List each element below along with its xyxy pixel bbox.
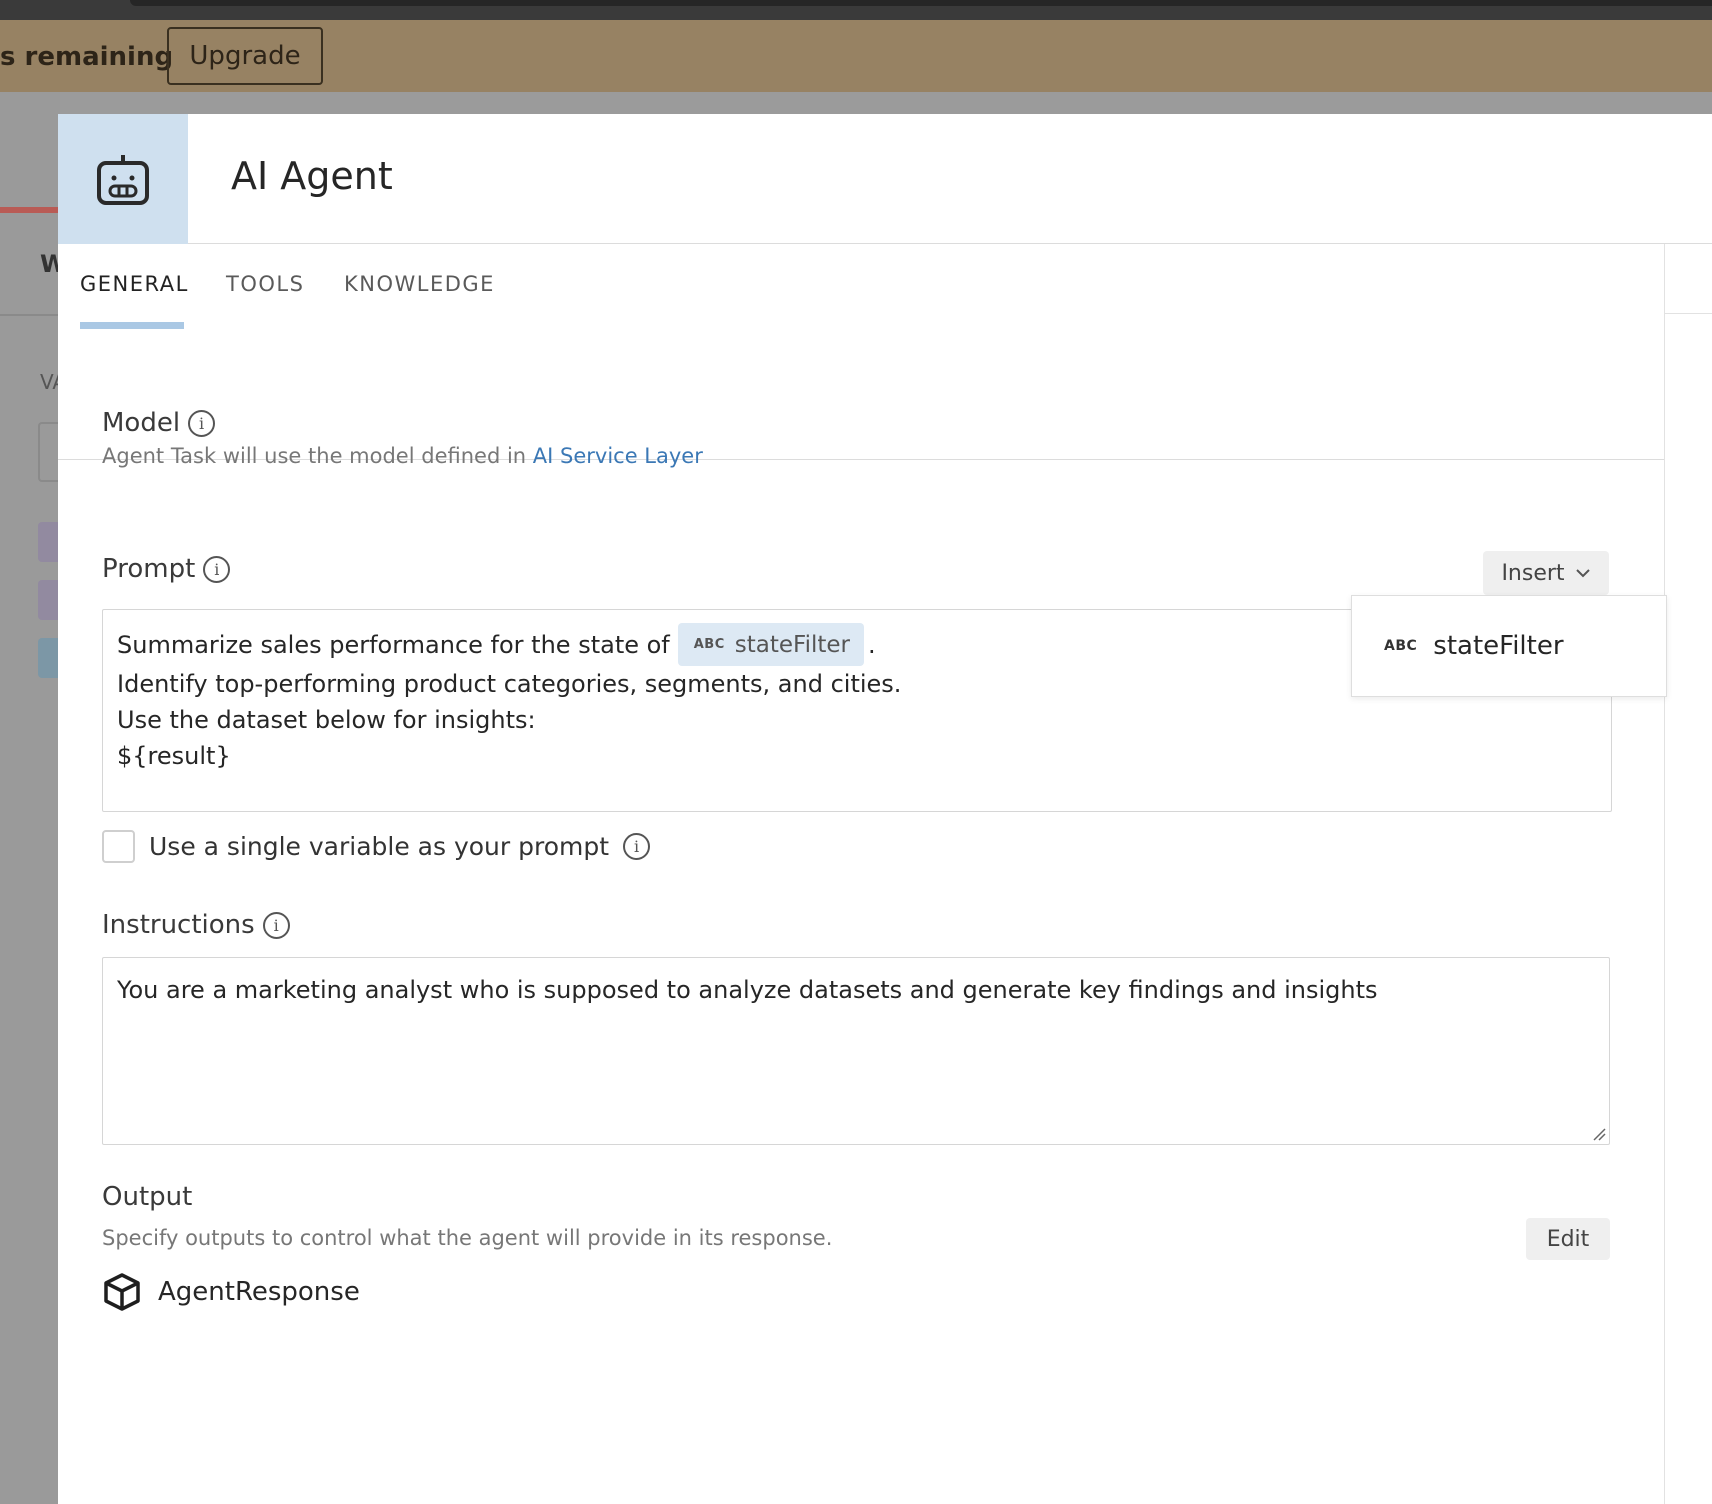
trial-remaining-text: s remaining — [0, 42, 174, 72]
info-icon[interactable]: i — [262, 911, 290, 939]
instructions-label: Instructions — [102, 910, 255, 940]
side-divider — [1664, 244, 1665, 1504]
insert-label: Insert — [1501, 560, 1565, 586]
background-accent-bar — [0, 207, 60, 213]
text-type-icon: ABC — [693, 637, 725, 652]
insert-dropdown-menu: ABC stateFilter — [1351, 595, 1667, 697]
model-label: Model — [102, 408, 181, 438]
variable-chip-name: stateFilter — [734, 631, 850, 658]
upgrade-button[interactable]: Upgrade — [167, 27, 323, 85]
text-type-icon: ABC — [1384, 638, 1418, 654]
info-icon[interactable]: i — [203, 555, 231, 583]
output-section-label: Output — [102, 1182, 192, 1212]
single-variable-option: Use a single variable as your prompt i — [102, 830, 651, 863]
background-chip — [38, 638, 60, 678]
tab-general[interactable]: GENERAL — [80, 272, 189, 296]
prompt-line-text: Summarize sales performance for the stat… — [117, 630, 670, 659]
edit-output-button[interactable]: Edit — [1526, 1218, 1610, 1260]
single-variable-label[interactable]: Use a single variable as your prompt — [149, 832, 609, 861]
info-icon[interactable]: i — [623, 833, 651, 860]
instructions-section-label: Instructions i — [102, 910, 290, 940]
prompt-line: Summarize sales performance for the stat… — [117, 623, 876, 666]
tab-knowledge[interactable]: KNOWLEDGE — [344, 272, 495, 296]
resize-handle-icon[interactable] — [1592, 1127, 1606, 1141]
background-chip — [38, 580, 60, 620]
output-label: Output — [102, 1182, 193, 1212]
prompt-line: Identify top-performing product categori… — [117, 670, 902, 698]
tab-bar: GENERAL TOOLS KNOWLEDGE — [58, 244, 1664, 460]
model-section-label: Model i — [102, 408, 216, 438]
prompt-label: Prompt — [102, 554, 196, 584]
insert-button[interactable]: Insert — [1483, 551, 1609, 595]
model-description: Agent Task will use the model defined in… — [102, 444, 703, 468]
active-tab-indicator — [80, 322, 184, 329]
variable-chip[interactable]: ABC stateFilter — [677, 623, 864, 666]
output-item: AgentResponse — [102, 1272, 360, 1312]
background-app: W VA — [0, 92, 66, 1504]
prompt-line: ${result} — [117, 742, 231, 770]
instructions-text: You are a marketing analyst who is suppo… — [117, 976, 1378, 1004]
info-icon[interactable]: i — [188, 409, 216, 437]
output-item-name: AgentResponse — [158, 1277, 360, 1307]
single-variable-checkbox[interactable] — [102, 830, 135, 863]
background-chip — [38, 522, 60, 562]
tab-tools[interactable]: TOOLS — [226, 272, 304, 296]
trial-banner: s remaining Upgrade — [0, 20, 1712, 92]
model-description-text: Agent Task will use the model defined in — [102, 444, 533, 468]
output-description: Specify outputs to control what the agen… — [102, 1226, 833, 1250]
prompt-line: Use the dataset below for insights: — [117, 706, 536, 734]
ai-service-layer-link[interactable]: AI Service Layer — [533, 444, 703, 468]
chevron-down-icon — [1575, 569, 1590, 578]
browser-top-strip — [0, 0, 1712, 20]
instructions-textarea[interactable]: You are a marketing analyst who is suppo… — [102, 957, 1610, 1145]
prompt-section-label: Prompt i — [102, 554, 231, 584]
dropdown-item-statefilter[interactable]: stateFilter — [1433, 631, 1563, 661]
side-divider — [1664, 313, 1712, 314]
cube-icon — [104, 1273, 140, 1311]
background-divider — [0, 314, 60, 316]
prompt-line-text: . — [868, 630, 876, 659]
ai-agent-dialog: AI Agent GENERAL TOOLS KNOWLEDGE Model i… — [58, 114, 1712, 1504]
